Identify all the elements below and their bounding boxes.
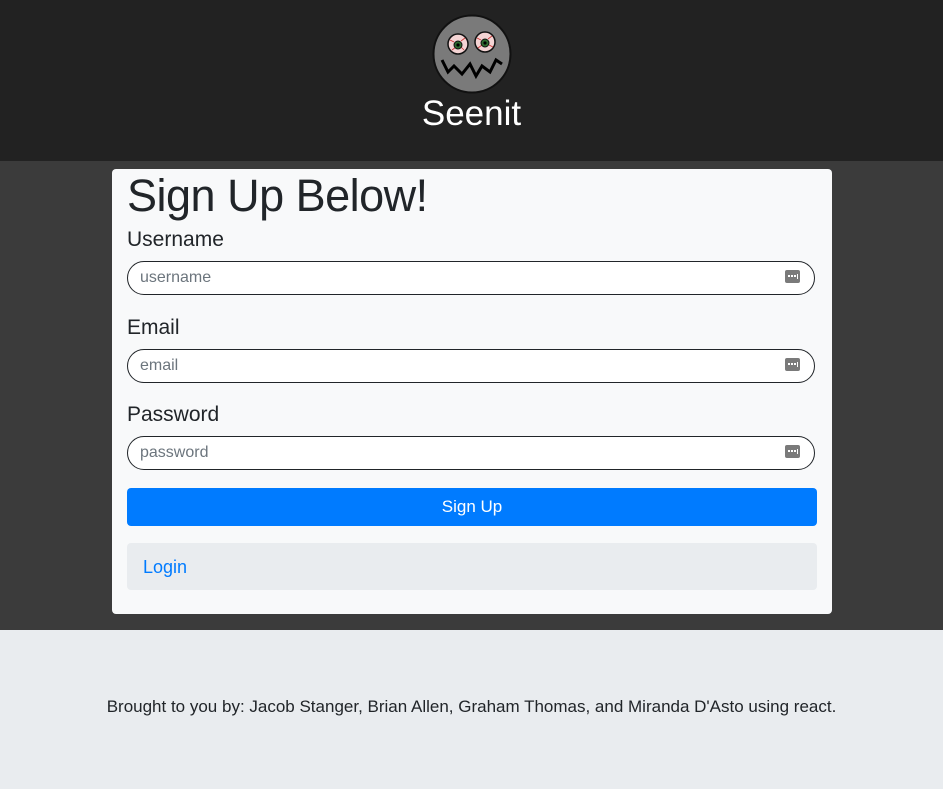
sign-up-button[interactable]: Sign Up xyxy=(127,488,817,526)
email-field-wrapper xyxy=(127,349,815,383)
email-input[interactable] xyxy=(140,350,770,382)
password-field-wrapper xyxy=(127,436,815,470)
password-label: Password xyxy=(127,403,220,426)
login-container: Login xyxy=(127,543,817,590)
footer-credits: Brought to you by: Jacob Stanger, Brian … xyxy=(106,697,837,716)
email-label: Email xyxy=(127,316,180,339)
signup-card: Sign Up Below! Username Email Password S… xyxy=(112,169,832,614)
site-header: Seenit xyxy=(0,0,943,161)
password-manager-key-icon[interactable] xyxy=(785,445,800,458)
site-footer: Brought to you by: Jacob Stanger, Brian … xyxy=(0,630,943,789)
monster-face-icon[interactable] xyxy=(432,14,512,94)
page-title: Sign Up Below! xyxy=(127,170,428,221)
username-input[interactable] xyxy=(140,262,770,294)
username-label: Username xyxy=(127,228,224,251)
login-link[interactable]: Login xyxy=(143,556,187,578)
password-manager-key-icon[interactable] xyxy=(785,358,800,371)
password-manager-key-icon[interactable] xyxy=(785,270,800,283)
brand-name[interactable]: Seenit xyxy=(0,92,943,136)
username-field-wrapper xyxy=(127,261,815,295)
password-input[interactable] xyxy=(140,437,770,469)
